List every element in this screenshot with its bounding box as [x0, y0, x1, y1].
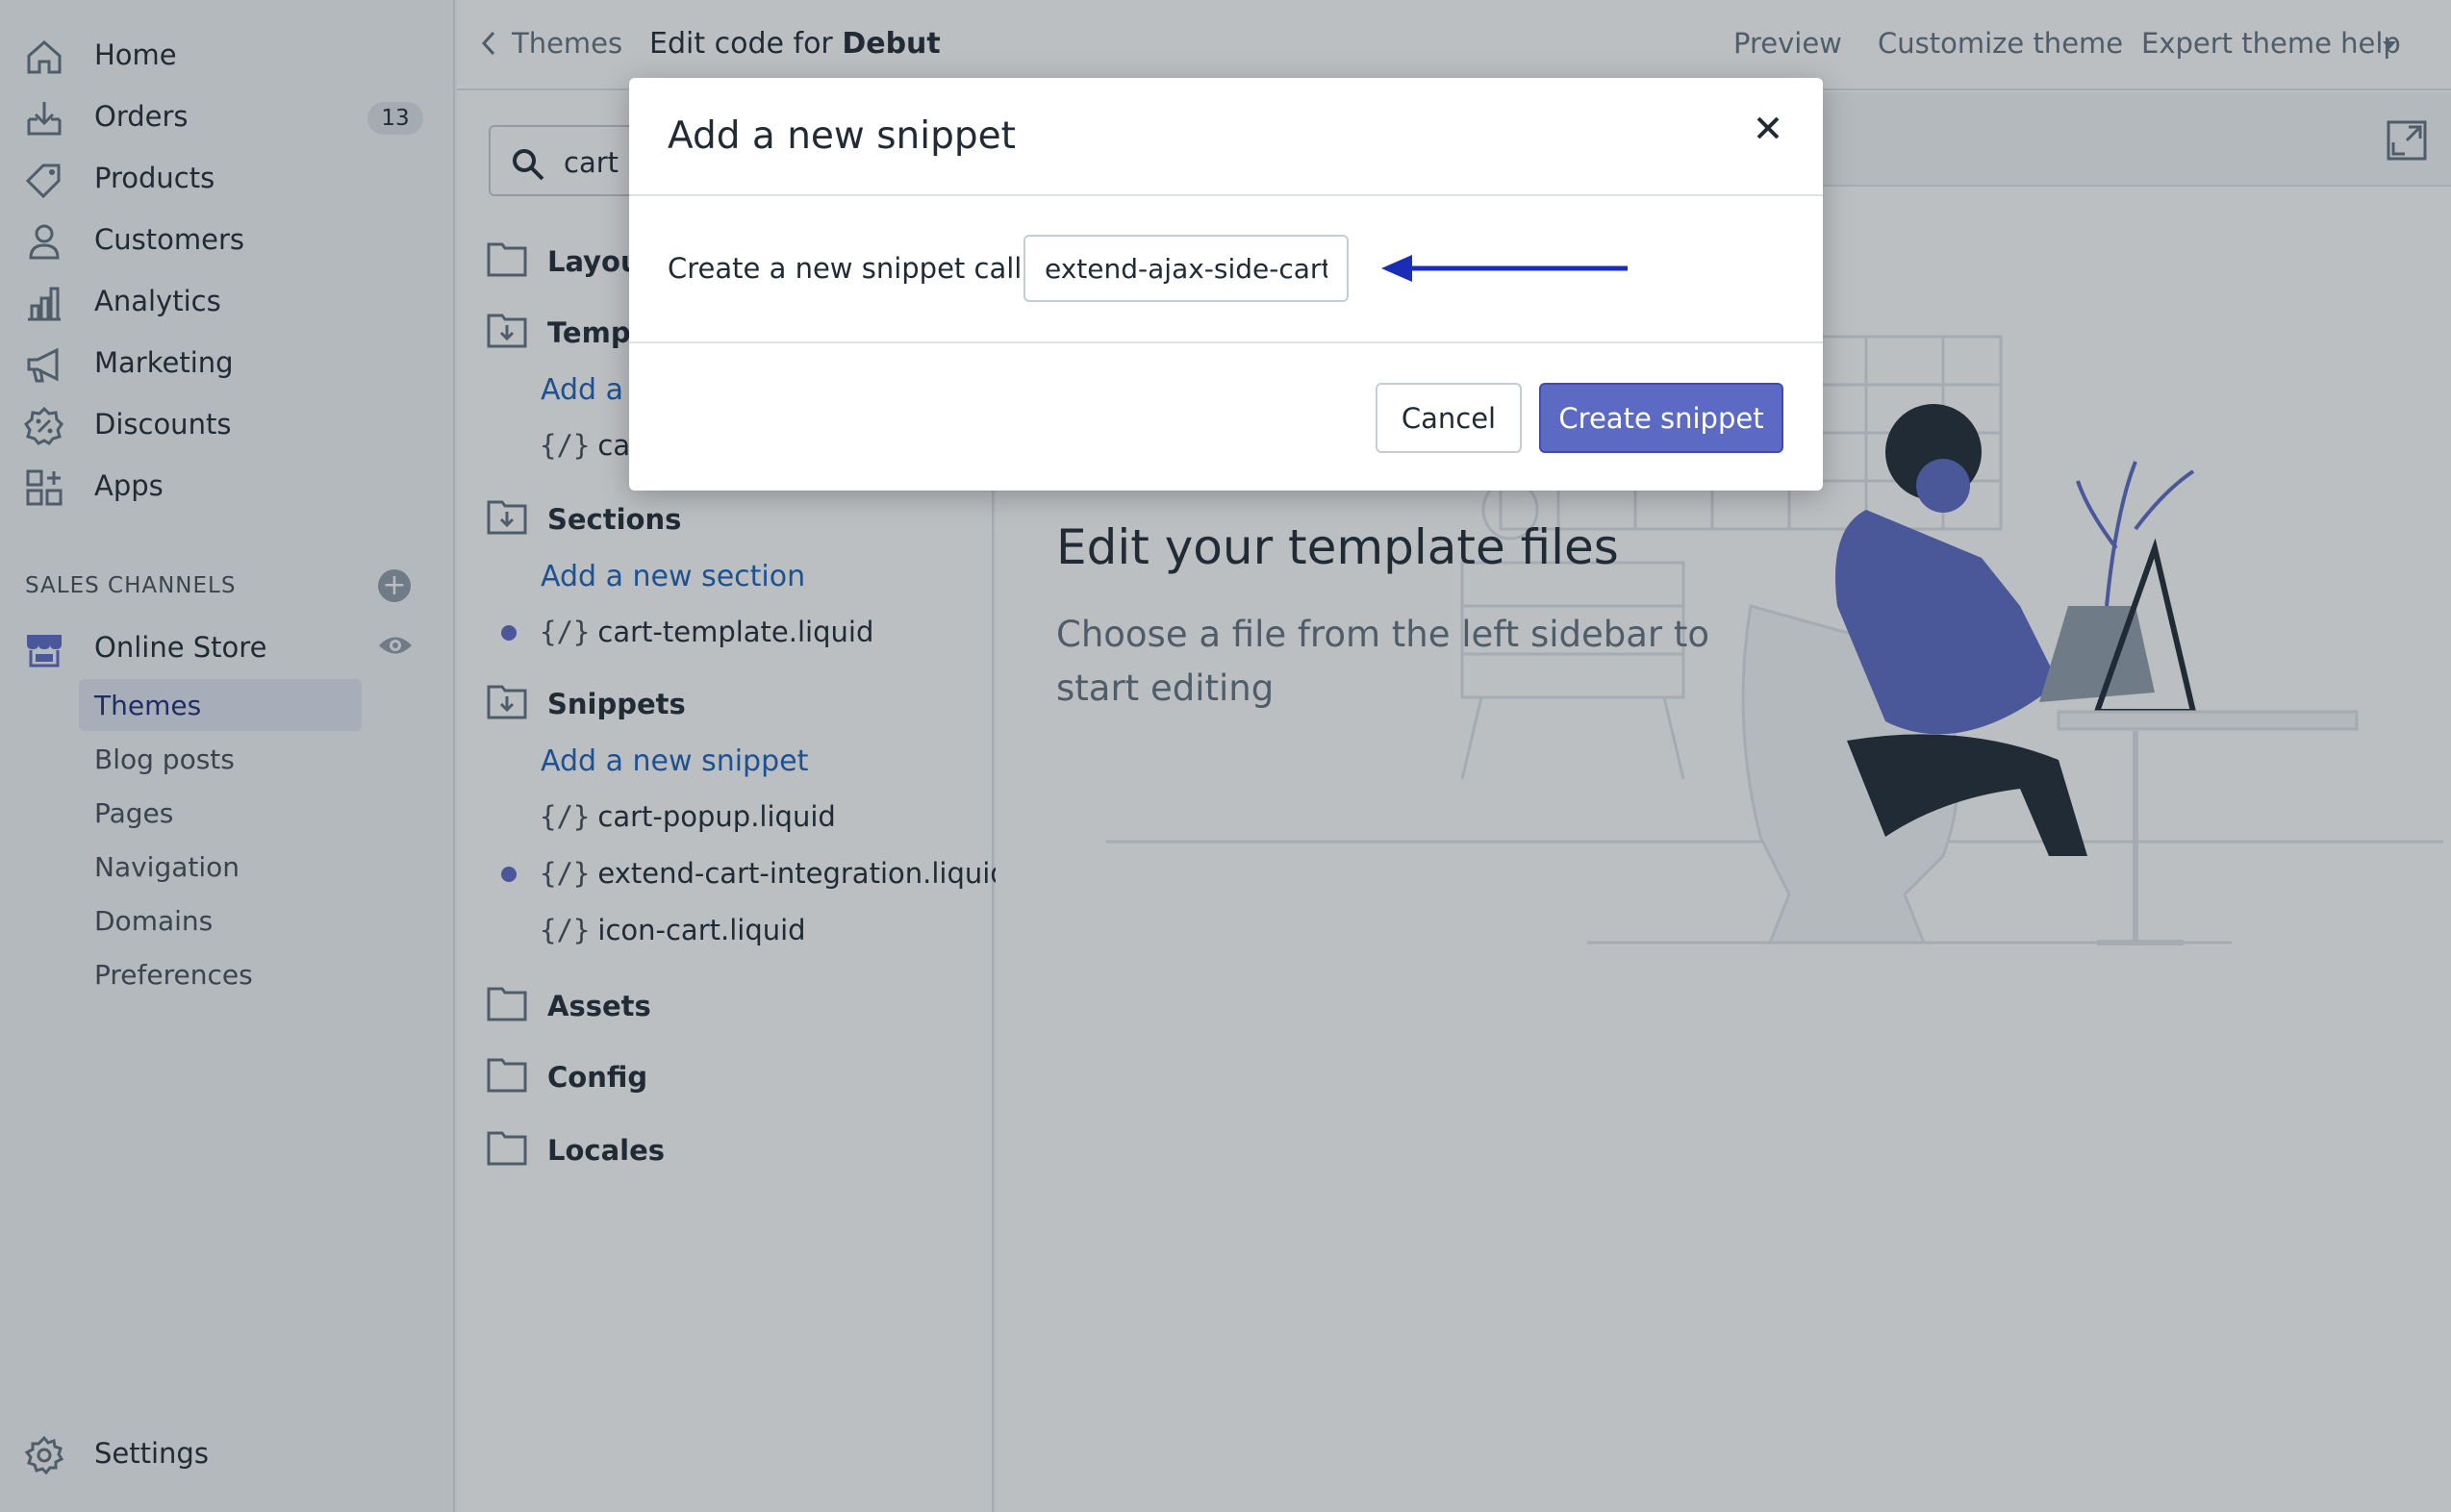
- modal-divider: [629, 341, 1823, 343]
- create-snippet-button[interactable]: Create snippet: [1539, 383, 1783, 453]
- cancel-button[interactable]: Cancel: [1376, 383, 1522, 453]
- add-snippet-modal: Add a new snippet Create a new snippet c…: [629, 78, 1823, 491]
- annotation-arrow-icon: [1381, 255, 1628, 282]
- modal-divider: [629, 194, 1823, 196]
- snippet-name-input[interactable]: [1023, 235, 1349, 302]
- close-icon[interactable]: [1751, 111, 1785, 145]
- snippet-name-label: Create a new snippet called: [668, 252, 1057, 285]
- modal-title: Add a new snippet: [668, 114, 1016, 158]
